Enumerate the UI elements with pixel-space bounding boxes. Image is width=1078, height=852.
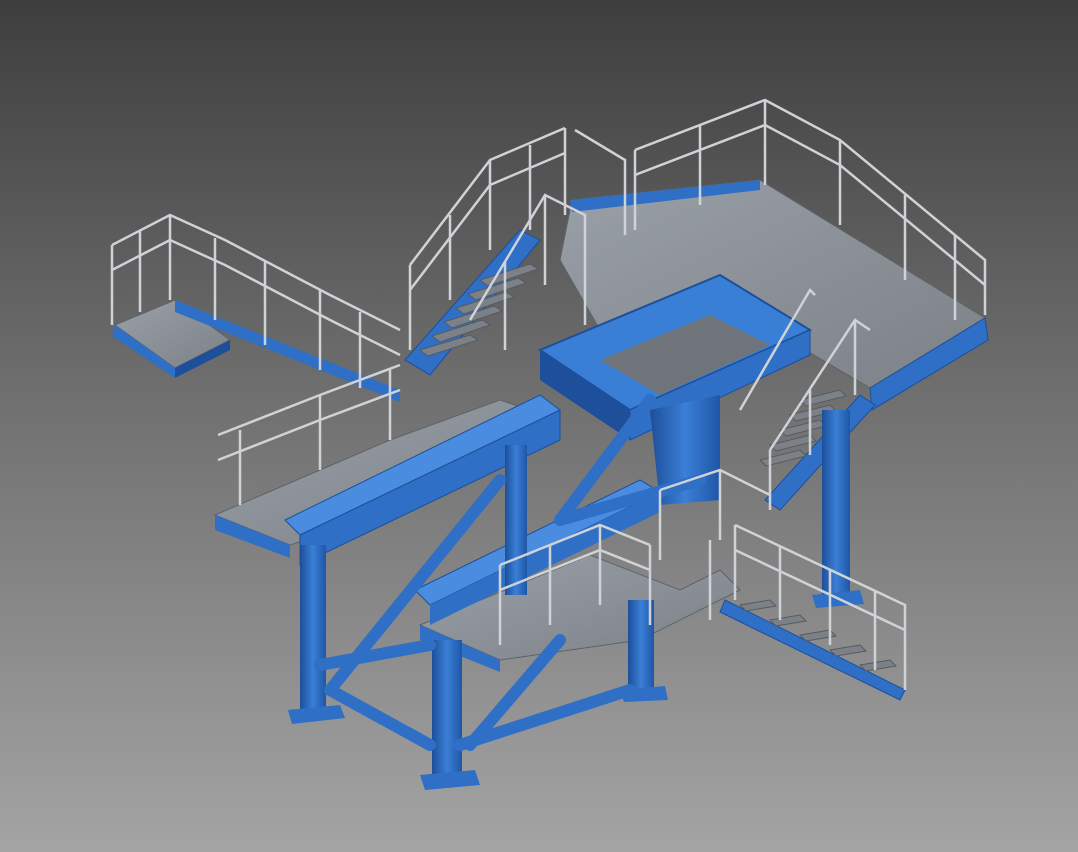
column-front-base <box>420 770 480 790</box>
column-mid <box>505 445 527 595</box>
brace-2 <box>314 639 436 671</box>
column-left-front-base <box>288 705 345 724</box>
structure-render <box>110 98 989 790</box>
brace-4 <box>454 684 636 751</box>
right-stair <box>759 389 876 511</box>
brace-3 <box>324 684 436 751</box>
rail-upper-stair <box>409 126 566 266</box>
left-landing <box>112 299 400 402</box>
column-front <box>432 640 462 775</box>
bottom-stair-stringer <box>719 599 906 701</box>
3d-viewport[interactable] <box>0 0 1078 852</box>
upper-stair <box>404 229 541 376</box>
bottom-stair <box>719 599 906 701</box>
column-left-front <box>300 545 326 710</box>
